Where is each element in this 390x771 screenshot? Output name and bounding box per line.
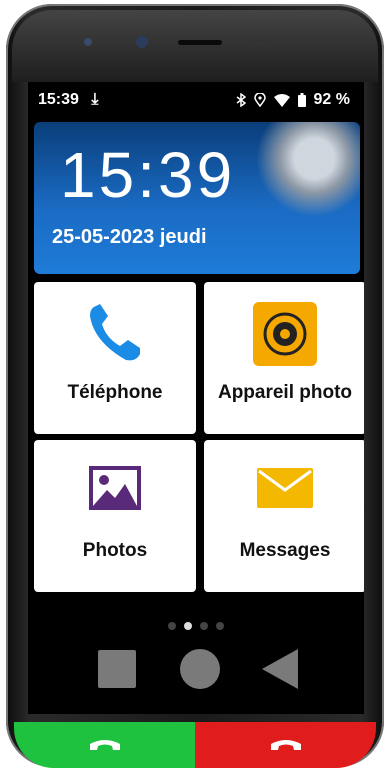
page-dot bbox=[168, 622, 176, 630]
page-dot-active bbox=[184, 622, 192, 630]
call-button-bar bbox=[14, 722, 376, 768]
battery-icon bbox=[297, 93, 306, 107]
camera-icon bbox=[253, 302, 317, 366]
tile-label: Messages bbox=[239, 540, 331, 561]
phone-answer-icon bbox=[89, 740, 120, 750]
envelope-icon bbox=[257, 468, 313, 508]
recents-button[interactable] bbox=[98, 650, 136, 688]
phone-icon bbox=[90, 304, 140, 361]
location-icon bbox=[253, 93, 266, 107]
clock-time: 15:39 bbox=[60, 139, 236, 211]
back-button[interactable] bbox=[262, 649, 298, 689]
download-icon: ⤓ bbox=[91, 91, 99, 108]
battery-percent: 92 % bbox=[313, 91, 350, 108]
tile-photos[interactable]: Photos bbox=[34, 440, 196, 592]
tile-camera[interactable]: Appareil photo bbox=[204, 282, 364, 434]
phone-top-bezel bbox=[12, 10, 378, 82]
home-button[interactable] bbox=[180, 649, 220, 689]
navigation-bar bbox=[28, 640, 364, 704]
status-time: 15:39 bbox=[38, 91, 79, 108]
status-right: 92 % bbox=[236, 91, 350, 109]
tile-label: Appareil photo bbox=[217, 382, 353, 403]
phone-hangup-icon bbox=[270, 740, 301, 750]
page-dot bbox=[200, 622, 208, 630]
status-left: 15:39 ⤓ bbox=[38, 91, 98, 109]
bluetooth-icon bbox=[236, 93, 246, 107]
answer-call-button[interactable] bbox=[14, 722, 195, 768]
tile-label: Téléphone bbox=[67, 382, 163, 403]
earpiece-speaker bbox=[178, 40, 222, 45]
clock-date: 25-05-2023 jeudi bbox=[52, 226, 207, 248]
page-dot bbox=[216, 622, 224, 630]
page-indicator bbox=[28, 622, 364, 630]
proximity-sensor bbox=[250, 38, 270, 46]
status-bar: 15:39 ⤓ 92 % bbox=[28, 82, 364, 118]
front-camera-icon bbox=[136, 36, 148, 48]
sensor-dot bbox=[84, 38, 92, 46]
tile-label: Photos bbox=[82, 540, 148, 561]
hangup-call-button[interactable] bbox=[195, 722, 376, 768]
tile-messages[interactable]: Messages bbox=[204, 440, 364, 592]
clock-widget[interactable]: 15:39 25-05-2023 jeudi bbox=[34, 122, 360, 274]
gallery-icon bbox=[89, 466, 141, 510]
tile-telephone[interactable]: Téléphone bbox=[34, 282, 196, 434]
screen: 15:39 ⤓ 92 % 15:39 25-05-2023 jeudi Télé… bbox=[28, 82, 364, 714]
wifi-icon bbox=[273, 93, 290, 107]
